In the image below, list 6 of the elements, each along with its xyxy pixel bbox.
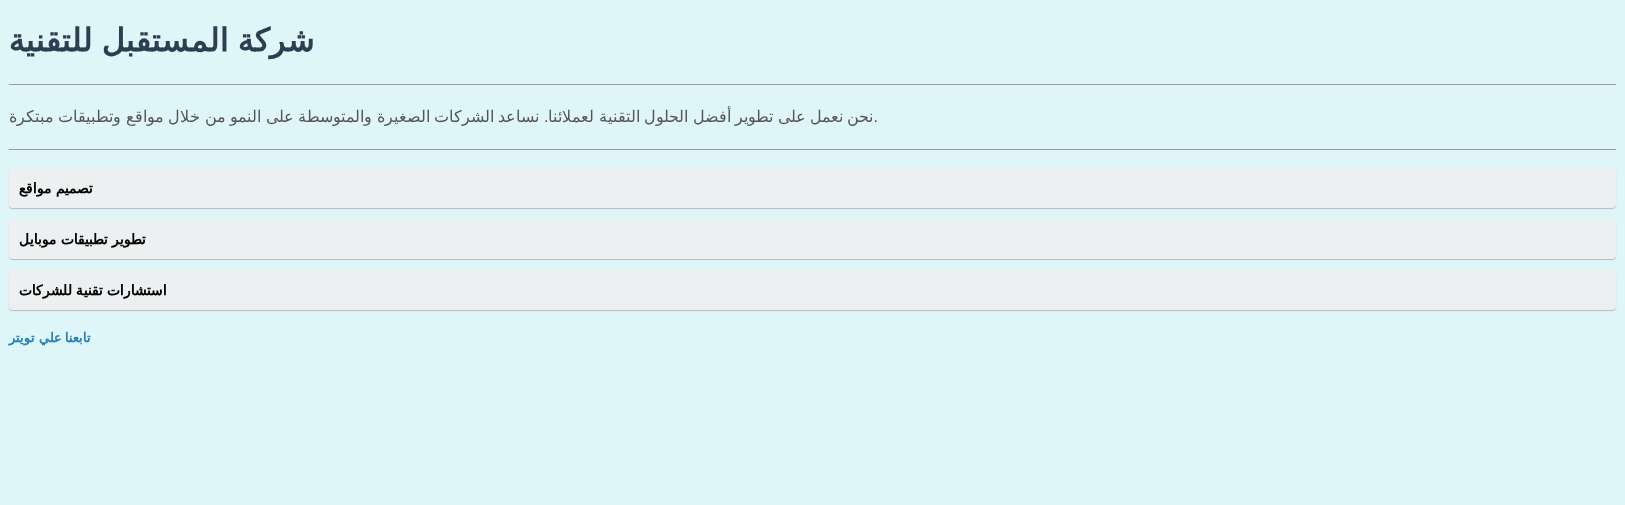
twitter-link[interactable]: تابعنا علي تويتر — [9, 328, 92, 348]
page-title: شركة المستقبل للتقنية — [9, 21, 315, 60]
description: نحن نعمل على تطوير أفضل الحلول التقنية لعملائنا. نساعد الشركات الصغيرة والمتوسطة على النمو من خلال مواقع وتطبيقات مبتكرة. — [9, 107, 878, 127]
service-item: استشارات تقنية للشركات — [9, 270, 1616, 310]
service-item: تطوير تطبيقات موبايل — [9, 219, 1616, 259]
service-item: تصميم مواقع — [9, 168, 1616, 208]
